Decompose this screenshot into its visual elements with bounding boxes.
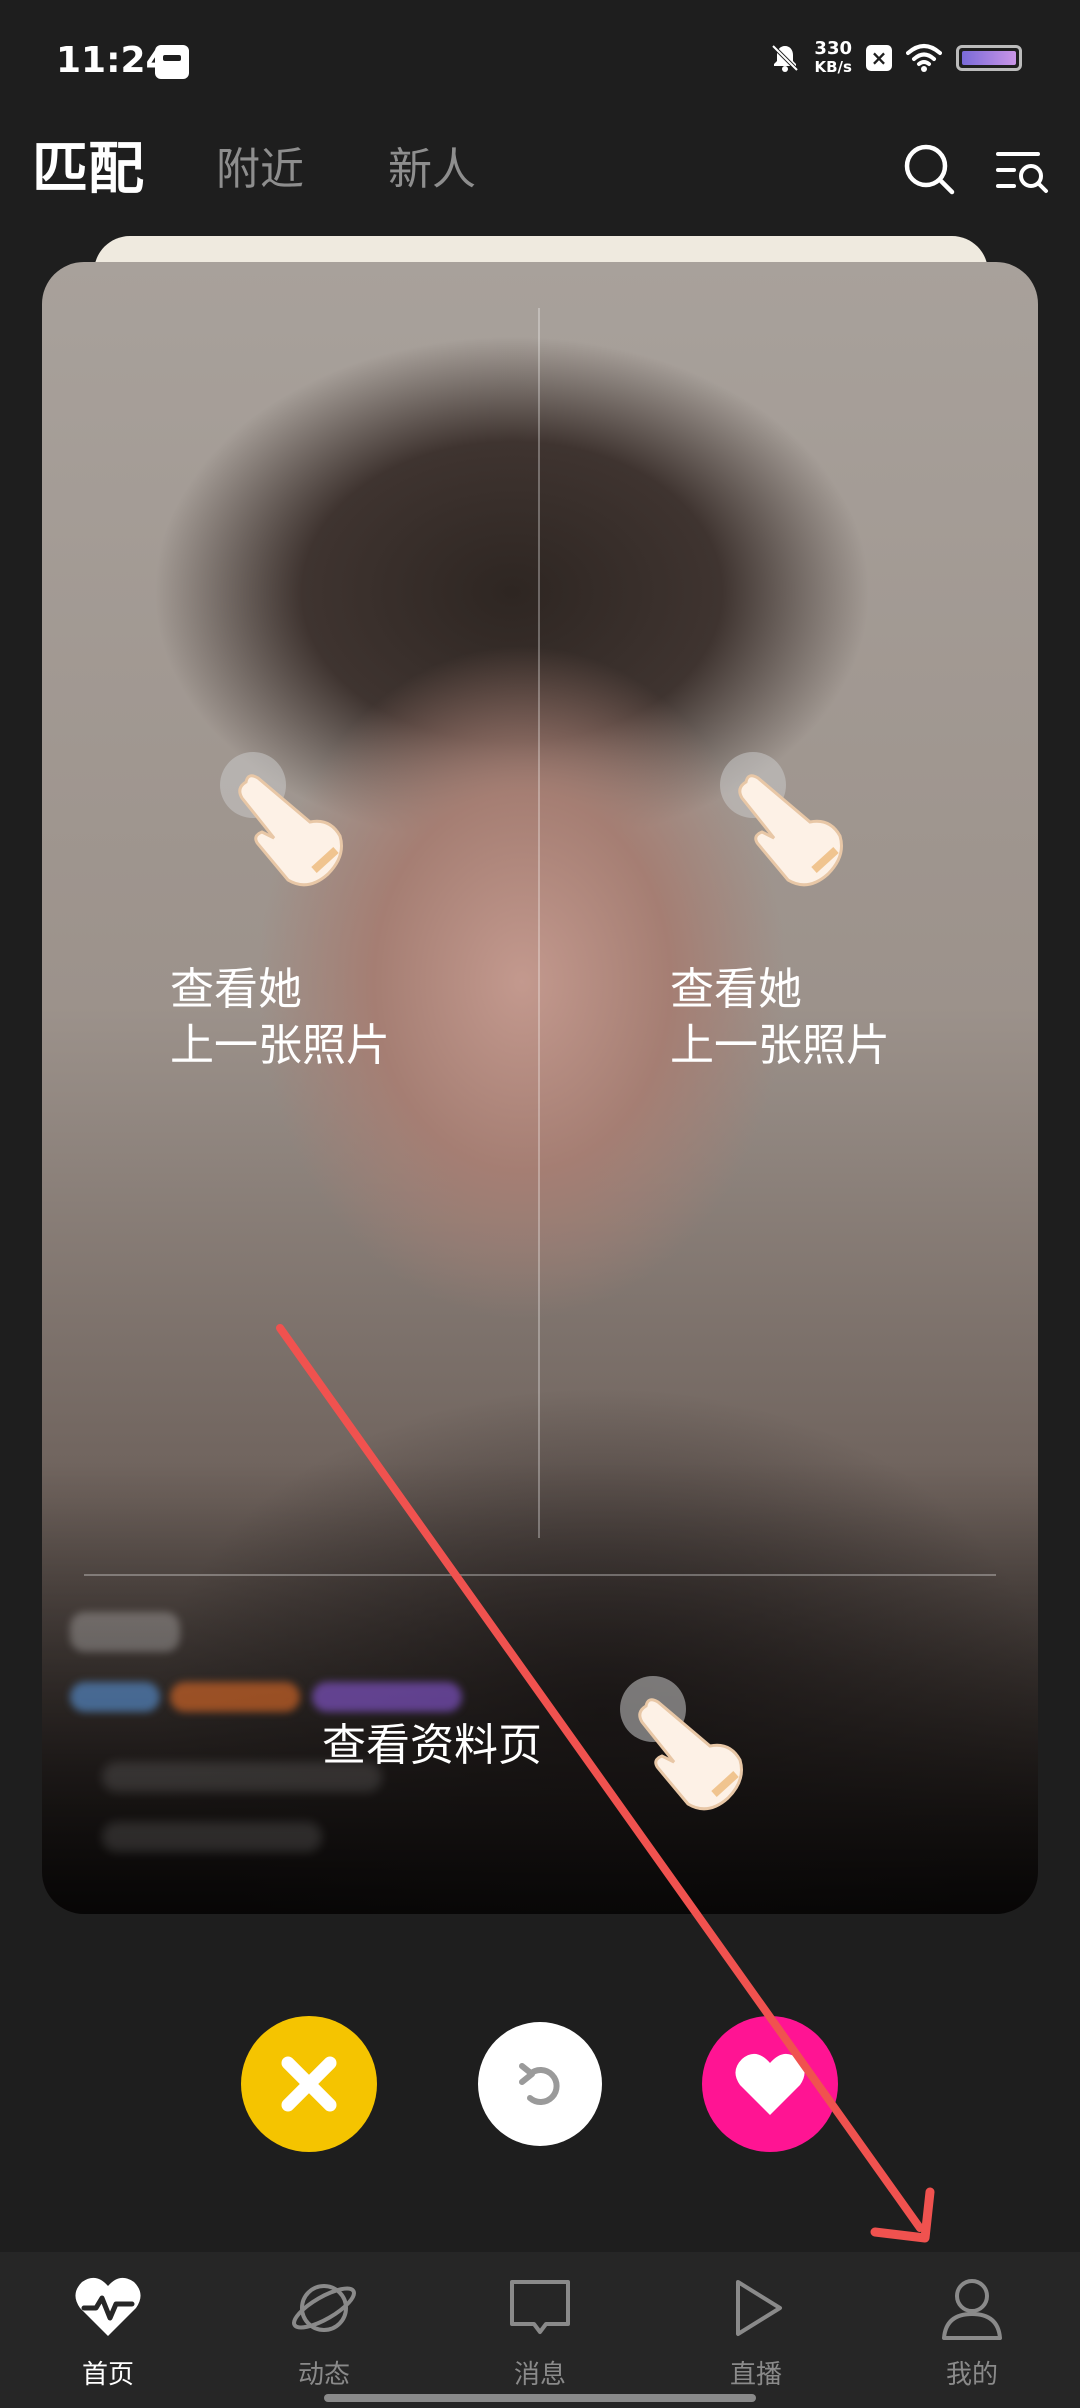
blurred-bio <box>102 1822 322 1852</box>
undo-icon <box>519 2063 560 2105</box>
tap-hand-icon <box>620 1676 743 1811</box>
tap-hand-icon <box>220 752 343 887</box>
network-speed-value: 330 <box>814 38 852 59</box>
top-tab-bar: 匹配 附近 新人 <box>0 130 1080 210</box>
status-icons: 330 KB/s × <box>770 40 1022 76</box>
nav-live[interactable]: 直播 <box>648 2252 864 2408</box>
tab-newcomers[interactable]: 新人 <box>388 130 476 210</box>
home-indicator[interactable] <box>324 2394 756 2402</box>
filter-list-icon[interactable] <box>992 140 1052 200</box>
heart-icon <box>735 2053 805 2115</box>
nav-profile-label: 我的 <box>945 2360 998 2390</box>
user-icon <box>942 2279 1002 2340</box>
nav-messages-label: 消息 <box>513 2360 566 2390</box>
dislike-button[interactable] <box>241 2016 377 2152</box>
hint-right-line1: 查看她 <box>670 964 802 1015</box>
blurred-tag <box>312 1682 462 1712</box>
blurred-name <box>70 1612 180 1652</box>
heartbeat-icon <box>75 2277 141 2336</box>
like-button[interactable] <box>702 2016 838 2152</box>
undo-button[interactable] <box>478 2022 602 2146</box>
bell-muted-icon <box>772 44 799 72</box>
hint-left-line2: 上一张照片 <box>170 1020 390 1071</box>
status-bar: 11:24 330 KB/s × <box>0 0 1080 120</box>
hint-right-line2: 上一张照片 <box>670 1020 890 1071</box>
tab-nearby[interactable]: 附近 <box>216 130 304 210</box>
hint-profile-text: 查看资料页 <box>322 1720 542 1771</box>
tap-hand-icon <box>720 752 843 887</box>
guide-divider-horizontal <box>84 1574 996 1576</box>
tab-match[interactable]: 匹配 <box>32 130 144 210</box>
battery-icon <box>956 45 1022 71</box>
notification-app-icon <box>155 45 189 79</box>
status-time: 11:24 <box>56 40 171 81</box>
hint-left-line1: 查看她 <box>170 964 302 1015</box>
network-speed: 330 KB/s <box>814 38 852 77</box>
nav-home[interactable]: 首页 <box>0 2252 216 2408</box>
nav-live-label: 直播 <box>729 2360 782 2390</box>
profile-card[interactable]: 查看她 上一张照片 查看她 上一张照片 查看资料页 <box>42 262 1038 1914</box>
nav-moments-label: 动态 <box>297 2360 350 2390</box>
planet-icon <box>292 2284 356 2332</box>
play-icon <box>736 2280 782 2336</box>
search-icon[interactable] <box>900 140 960 200</box>
close-box-icon: × <box>866 45 892 71</box>
chat-bubble-icon <box>510 2280 570 2334</box>
bottom-nav: 首页 动态 消息 直播 我的 <box>0 2252 1080 2408</box>
nav-home-label: 首页 <box>81 2360 134 2390</box>
nav-messages[interactable]: 消息 <box>432 2252 648 2408</box>
nav-moments[interactable]: 动态 <box>216 2252 432 2408</box>
nav-profile[interactable]: 我的 <box>864 2252 1080 2408</box>
network-speed-unit: KB/s <box>814 58 852 76</box>
wifi-icon <box>906 44 942 72</box>
blurred-tag <box>170 1682 300 1712</box>
guide-divider-vertical <box>538 308 540 1538</box>
close-x-icon <box>281 2056 337 2112</box>
blurred-tag <box>70 1682 160 1712</box>
